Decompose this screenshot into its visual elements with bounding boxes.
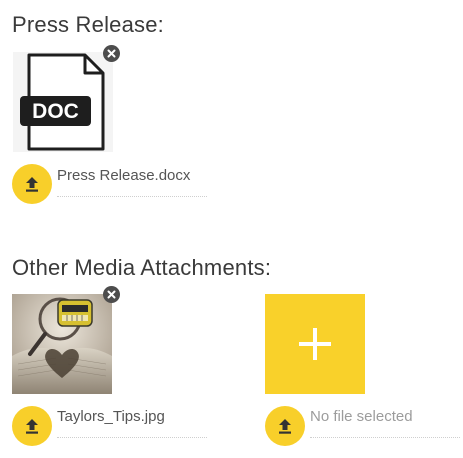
remove-press-release-button[interactable]	[103, 45, 120, 62]
media-attachments-title: Other Media Attachments:	[12, 255, 272, 280]
media-thumbnail	[12, 294, 112, 394]
media-filename-underline	[57, 437, 207, 438]
press-release-filename: Press Release.docx	[57, 167, 191, 184]
press-release-filename-underline	[57, 196, 207, 197]
new-media-filename-underline	[310, 437, 460, 438]
media-filename: Taylors_Tips.jpg	[57, 408, 165, 425]
plus-icon	[299, 328, 331, 360]
doc-icon-text: DOC	[32, 100, 79, 123]
upload-icon	[279, 419, 291, 434]
upload-icon	[26, 177, 38, 192]
close-icon	[107, 290, 116, 299]
press-release-title: Press Release:	[12, 12, 164, 37]
heart-book-photo	[12, 294, 112, 394]
press-release-thumbnail: DOC	[13, 52, 113, 152]
upload-new-media-button[interactable]	[265, 406, 305, 446]
upload-media-button[interactable]	[12, 406, 52, 446]
upload-icon	[26, 419, 38, 434]
close-icon	[107, 49, 116, 58]
upload-press-release-button[interactable]	[12, 164, 52, 204]
remove-media-button[interactable]	[103, 286, 120, 303]
new-media-filename: No file selected	[310, 408, 413, 425]
doc-file-icon: DOC	[13, 52, 113, 152]
add-media-tile[interactable]	[265, 294, 365, 394]
